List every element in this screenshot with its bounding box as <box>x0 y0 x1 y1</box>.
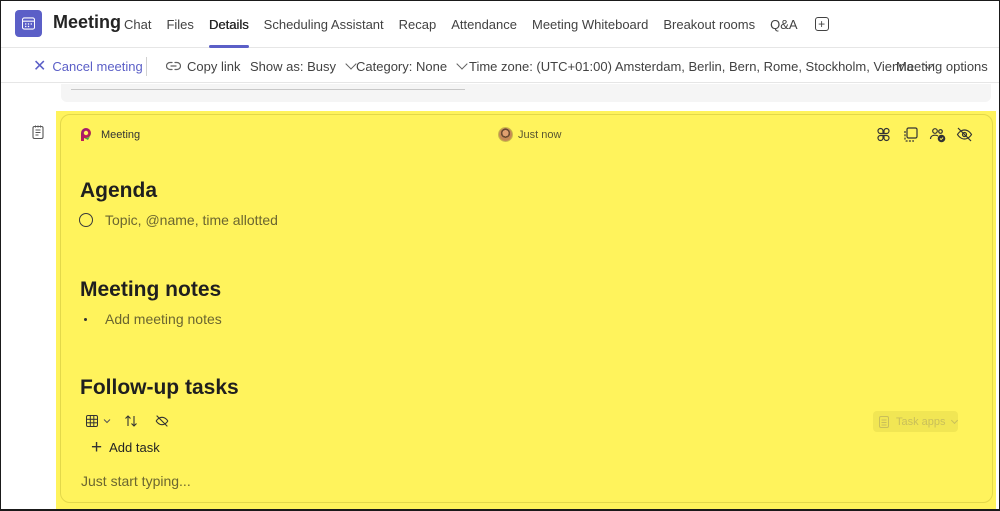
table-icon <box>86 415 98 427</box>
checkbox-circle-icon[interactable] <box>79 213 93 227</box>
table-view-dropdown[interactable] <box>86 415 112 427</box>
category-label: Category: None <box>356 58 448 74</box>
hide-icon[interactable] <box>956 126 973 143</box>
add-tab-button[interactable]: + <box>814 17 829 31</box>
start-typing-placeholder[interactable]: Just start typing... <box>81 473 191 489</box>
tab-attendance[interactable]: Attendance <box>451 0 517 48</box>
loop-component[interactable] <box>56 111 996 509</box>
chevron-down-icon <box>103 419 111 424</box>
close-icon: ✕ <box>33 58 47 75</box>
presence-indicator: Just now <box>498 127 561 142</box>
loop-component-name: Meeting <box>101 129 141 141</box>
chevron-down-icon <box>950 416 958 424</box>
people-check-icon[interactable] <box>929 126 946 143</box>
task-list-icon <box>879 415 889 428</box>
tab-label: Files <box>166 16 194 32</box>
tab-label: Details <box>208 16 249 32</box>
meeting-description-box[interactable] <box>61 84 991 102</box>
avatar[interactable] <box>498 127 513 142</box>
tab-recap[interactable]: Recap <box>399 0 437 48</box>
sort-button[interactable] <box>124 414 138 428</box>
meeting-toolbar: ✕ Cancel meeting Copy link Show as: Busy… <box>0 49 1000 83</box>
agenda-placeholder-text: Topic, @name, time allotted <box>105 212 278 228</box>
tab-bar: Chat Files Details Scheduling Assistant … <box>124 0 829 48</box>
sort-icon <box>125 415 137 427</box>
calendar-app-icon <box>15 10 42 37</box>
notes-placeholder-text: Add meeting notes <box>105 311 222 327</box>
copy-component-icon[interactable] <box>902 126 919 143</box>
copy-link-button[interactable]: Copy link <box>166 49 240 83</box>
show-as-label: Show as: Busy <box>250 58 336 74</box>
add-task-button[interactable]: + Add task <box>91 438 160 457</box>
link-icon <box>166 61 181 71</box>
plus-icon: + <box>818 17 826 31</box>
bullet-icon <box>84 317 87 321</box>
add-task-label: Add task <box>109 440 160 455</box>
hide-icon <box>155 415 169 427</box>
notes-icon <box>32 125 44 140</box>
meeting-options-button[interactable]: Meeting options <box>896 49 988 83</box>
category-dropdown[interactable]: Category: None <box>356 49 468 83</box>
tab-label: Recap <box>398 16 437 32</box>
tab-label: Attendance <box>451 16 517 32</box>
tab-label: Scheduling Assistant <box>263 16 384 32</box>
meeting-options-label: Meeting options <box>896 58 988 74</box>
toolbar-divider <box>146 57 147 76</box>
time-zone-dropdown[interactable]: Time zone: (UTC+01:00) Amsterdam, Berlin… <box>469 49 935 83</box>
agenda-item-placeholder[interactable]: Topic, @name, time allotted <box>79 212 278 228</box>
loop-header-actions <box>875 126 973 143</box>
notes-item-placeholder[interactable]: Add meeting notes <box>84 311 222 327</box>
tab-qa[interactable]: Q&A <box>770 0 797 48</box>
tab-label: Meeting Whiteboard <box>532 16 649 32</box>
task-apps-button[interactable]: Task apps <box>873 411 958 432</box>
chevron-down-icon <box>345 57 357 70</box>
tab-chat[interactable]: Chat <box>124 0 151 48</box>
apps-icon[interactable] <box>875 126 892 143</box>
meeting-notes-heading: Meeting notes <box>80 278 222 301</box>
follow-up-tasks-heading: Follow-up tasks <box>80 376 239 399</box>
loop-component-border <box>60 114 993 503</box>
plus-icon: + <box>91 437 103 458</box>
hide-completed-button[interactable] <box>155 414 169 428</box>
tab-label: Q&A <box>770 16 798 32</box>
tab-scheduling-assistant[interactable]: Scheduling Assistant <box>264 0 384 48</box>
cancel-meeting-label: Cancel meeting <box>52 58 143 74</box>
tab-breakout-rooms[interactable]: Breakout rooms <box>663 0 755 48</box>
tab-label: Chat <box>124 16 152 32</box>
tab-details[interactable]: Details <box>208 0 249 48</box>
meeting-header: Meeting Chat Files Details Scheduling As… <box>0 0 1000 48</box>
time-zone-label: Time zone: (UTC+01:00) Amsterdam, Berlin… <box>469 58 914 74</box>
tab-meeting-whiteboard[interactable]: Meeting Whiteboard <box>532 0 648 48</box>
task-apps-label: Task apps <box>896 415 946 428</box>
description-divider <box>71 89 465 90</box>
meeting-title: Meeting <box>53 12 122 32</box>
tab-files[interactable]: Files <box>166 0 193 48</box>
chevron-down-icon <box>456 57 468 70</box>
task-toolbar <box>86 414 169 428</box>
show-as-dropdown[interactable]: Show as: Busy <box>250 49 357 83</box>
loop-logo-icon <box>81 128 91 141</box>
copy-link-label: Copy link <box>187 58 241 74</box>
agenda-heading: Agenda <box>80 179 158 202</box>
cancel-meeting-button[interactable]: ✕ Cancel meeting <box>33 49 143 83</box>
tab-label: Breakout rooms <box>663 16 756 32</box>
presence-text: Just now <box>518 128 562 141</box>
